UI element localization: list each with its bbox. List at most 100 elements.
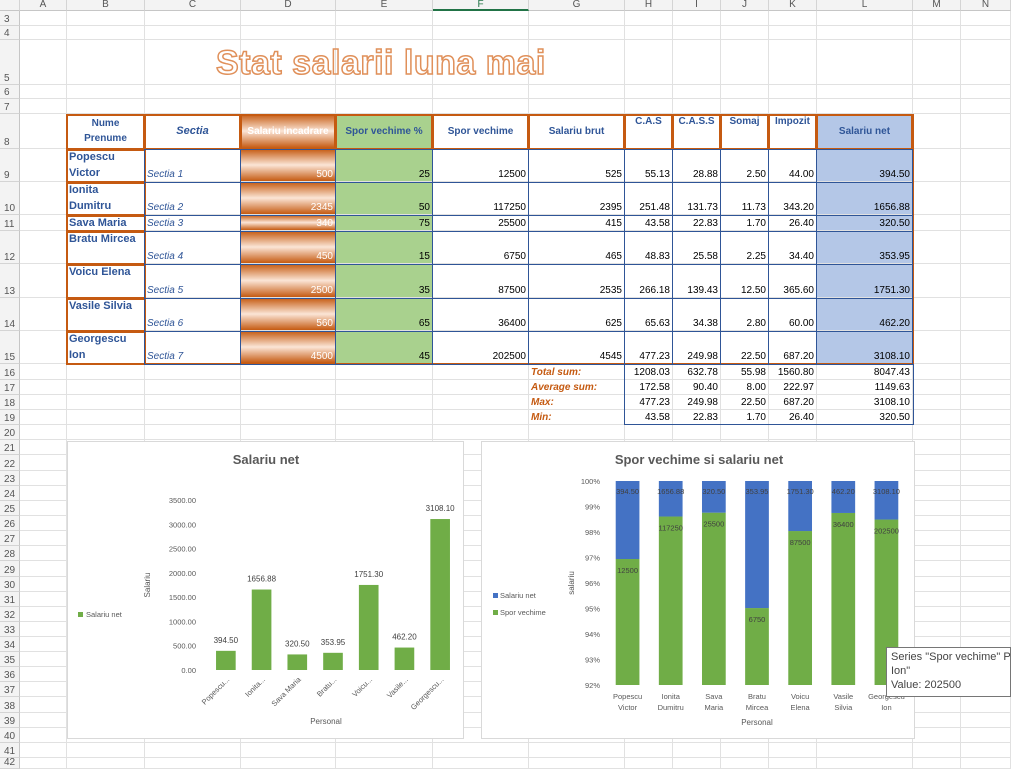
grid-cell[interactable] — [913, 743, 961, 758]
grid-cell[interactable] — [913, 298, 961, 331]
stat-somaj[interactable]: 55.98 — [721, 364, 769, 380]
grid-cell[interactable] — [625, 40, 673, 85]
gross-cell[interactable]: 4545 — [529, 331, 625, 364]
grid-cell[interactable] — [913, 264, 961, 298]
employee-name[interactable]: Bratu Mircea — [67, 231, 145, 264]
employee-name[interactable]: Sava Maria — [67, 215, 145, 231]
grid-cell[interactable] — [817, 758, 913, 769]
grid-cell[interactable] — [817, 40, 913, 85]
grid-cell[interactable] — [145, 26, 241, 40]
gross-cell[interactable]: 415 — [529, 215, 625, 231]
grid-cell[interactable] — [961, 231, 1011, 264]
row-header-5[interactable]: 5 — [0, 40, 20, 85]
net-cell[interactable]: 394.50 — [817, 149, 913, 182]
grid-cell[interactable] — [673, 11, 721, 26]
grid-cell[interactable] — [20, 440, 67, 455]
cass-cell[interactable]: 25.58 — [673, 231, 721, 264]
grid-cell[interactable] — [20, 182, 67, 215]
row-header-36[interactable]: 36 — [0, 667, 20, 682]
row-header-11[interactable]: 11 — [0, 215, 20, 231]
header-salary[interactable]: Salariu incadrare — [241, 114, 336, 149]
grid-cell[interactable] — [145, 425, 241, 440]
grid-cell[interactable] — [20, 26, 67, 40]
gross-cell[interactable]: 525 — [529, 149, 625, 182]
header-net[interactable]: Salariu net — [817, 114, 913, 149]
grid-cell[interactable] — [145, 11, 241, 26]
grid-cell[interactable] — [913, 114, 961, 149]
grid-cell[interactable] — [913, 697, 961, 713]
sheet-title[interactable]: Stat salarii luna mai — [215, 43, 546, 83]
grid-cell[interactable] — [336, 380, 433, 395]
row-header-8[interactable]: 8 — [0, 114, 20, 149]
stat-cass[interactable]: 22.83 — [673, 410, 721, 425]
grid-cell[interactable] — [913, 425, 961, 440]
row-header-19[interactable]: 19 — [0, 410, 20, 425]
grid-cell[interactable] — [20, 531, 67, 546]
grid-cell[interactable] — [961, 743, 1011, 758]
bar-3[interactable] — [323, 652, 343, 670]
column-header-m[interactable]: M — [913, 0, 961, 11]
bonus-cell[interactable]: 25500 — [433, 215, 529, 231]
somaj-cell[interactable]: 2.25 — [721, 231, 769, 264]
stat-tax[interactable]: 687.20 — [769, 395, 817, 410]
grid-cell[interactable] — [961, 486, 1011, 501]
stat-cass[interactable]: 632.78 — [673, 364, 721, 380]
grid-cell[interactable] — [529, 26, 625, 40]
grid-cell[interactable] — [913, 531, 961, 546]
grid-cell[interactable] — [961, 395, 1011, 410]
grid-cell[interactable] — [961, 85, 1011, 99]
grid-cell[interactable] — [20, 682, 67, 697]
employee-section[interactable]: Sectia 2 — [145, 182, 241, 215]
salary-cell[interactable]: 4500 — [241, 331, 336, 364]
grid-cell[interactable] — [673, 425, 721, 440]
grid-cell[interactable] — [913, 728, 961, 743]
grid-cell[interactable] — [20, 395, 67, 410]
bar-spor-4[interactable] — [788, 531, 813, 685]
grid-cell[interactable] — [961, 546, 1011, 561]
bonus-cell[interactable]: 202500 — [433, 331, 529, 364]
grid-cell[interactable] — [913, 501, 961, 516]
stat-tax[interactable]: 222.97 — [769, 380, 817, 395]
grid-cell[interactable] — [961, 713, 1011, 728]
grid-cell[interactable] — [241, 758, 336, 769]
somaj-cell[interactable]: 11.73 — [721, 182, 769, 215]
grid-cell[interactable] — [961, 440, 1011, 455]
grid-cell[interactable] — [20, 410, 67, 425]
cas-cell[interactable]: 55.13 — [625, 149, 673, 182]
grid-cell[interactable] — [20, 697, 67, 713]
grid-cell[interactable] — [241, 410, 336, 425]
grid-cell[interactable] — [433, 380, 529, 395]
bar-spor-0[interactable] — [615, 559, 640, 685]
grid-cell[interactable] — [20, 592, 67, 607]
grid-cell[interactable] — [529, 758, 625, 769]
stat-somaj[interactable]: 1.70 — [721, 410, 769, 425]
stat-cass[interactable]: 249.98 — [673, 395, 721, 410]
grid-cell[interactable] — [913, 577, 961, 592]
stat-label[interactable]: Min: — [529, 410, 625, 425]
row-header-26[interactable]: 26 — [0, 516, 20, 531]
row-header-17[interactable]: 17 — [0, 380, 20, 395]
grid-cell[interactable] — [20, 99, 67, 114]
grid-cell[interactable] — [673, 26, 721, 40]
cas-cell[interactable]: 48.83 — [625, 231, 673, 264]
grid-cell[interactable] — [913, 455, 961, 471]
grid-cell[interactable] — [961, 114, 1011, 149]
employee-section[interactable]: Sectia 4 — [145, 231, 241, 264]
row-header-38[interactable]: 38 — [0, 697, 20, 713]
grid-cell[interactable] — [67, 425, 145, 440]
grid-cell[interactable] — [769, 99, 817, 114]
column-header-a[interactable]: A — [20, 0, 67, 11]
grid-cell[interactable] — [20, 231, 67, 264]
employee-name[interactable]: Ionita Dumitru — [67, 182, 145, 215]
stat-net[interactable]: 1149.63 — [817, 380, 913, 395]
stat-label[interactable]: Average sum: — [529, 380, 625, 395]
salary-cell[interactable]: 2500 — [241, 264, 336, 298]
grid-cell[interactable] — [145, 743, 241, 758]
grid-cell[interactable] — [961, 40, 1011, 85]
grid-cell[interactable] — [913, 11, 961, 26]
row-header-30[interactable]: 30 — [0, 577, 20, 592]
bonus-cell[interactable]: 6750 — [433, 231, 529, 264]
column-header-e[interactable]: E — [336, 0, 433, 11]
grid-cell[interactable] — [241, 85, 336, 99]
grid-cell[interactable] — [769, 425, 817, 440]
